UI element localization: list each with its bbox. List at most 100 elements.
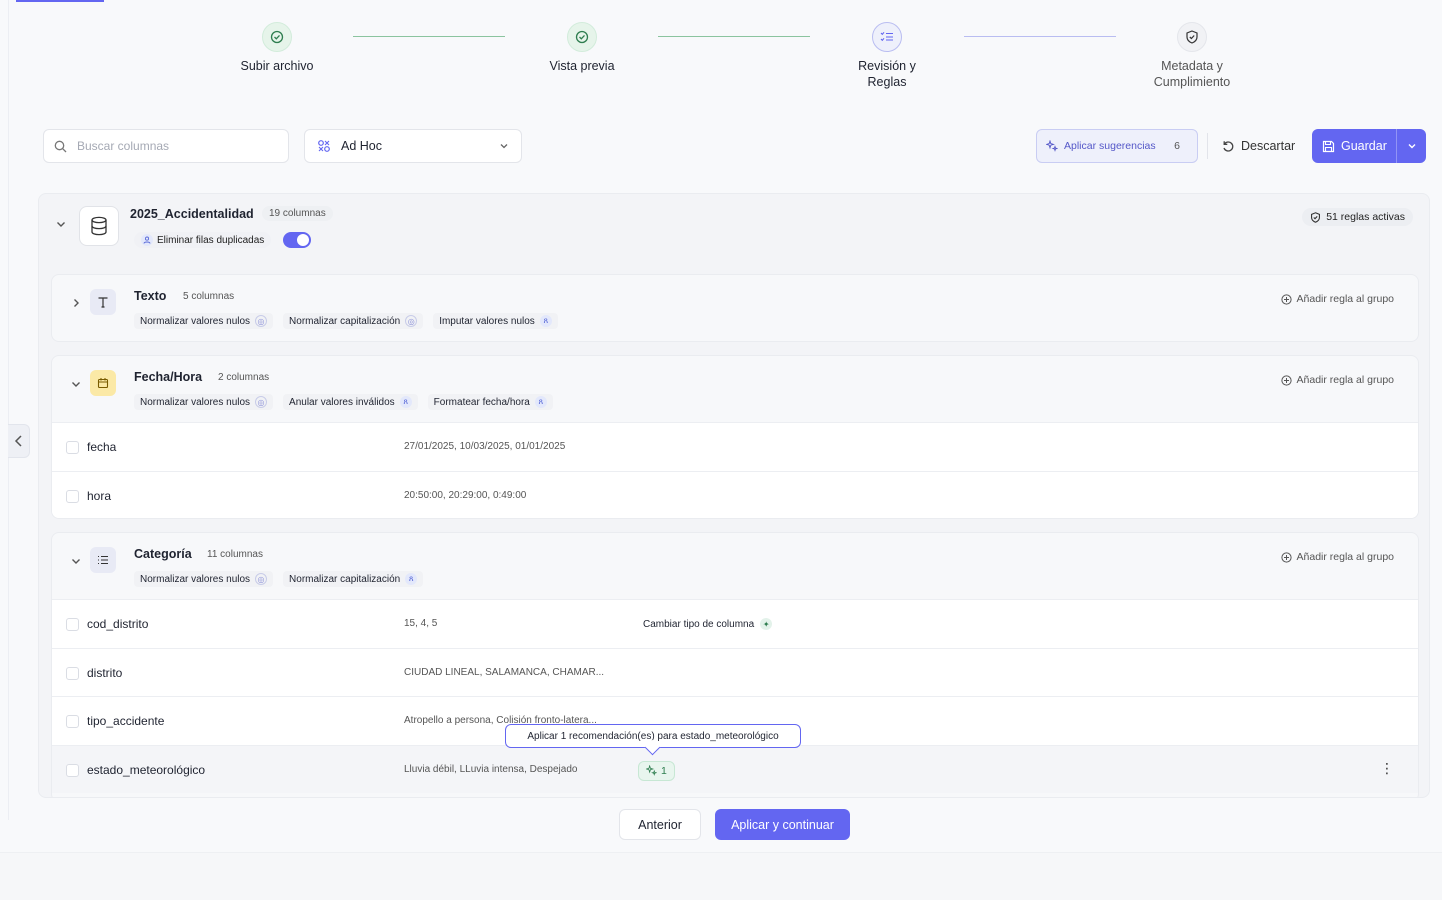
more-vertical-icon[interactable]: ⋮ (1380, 760, 1394, 777)
chevron-right-icon[interactable] (70, 297, 82, 309)
rule-chip[interactable]: Formatear fecha/hora ጸ (427, 394, 553, 410)
group-column-count: 11 columnas (207, 549, 263, 560)
user-icon (141, 234, 153, 246)
group-title: Texto (134, 289, 167, 303)
rule-chip[interactable]: Normalizar capitalización ጸ (283, 571, 424, 587)
rule-chip[interactable]: Normalizar valores nulos ◎ (134, 313, 274, 329)
group-texto: Texto 5 columnas Normalizar valores nulo… (51, 274, 1419, 342)
search-box[interactable] (43, 129, 289, 163)
save-icon (1322, 140, 1335, 152)
chevron-down-icon[interactable] (70, 555, 82, 567)
row-checkbox[interactable] (66, 618, 79, 631)
column-sample: 27/01/2025, 10/03/2025, 01/01/2025 (404, 441, 566, 452)
suggestions-count: 6 (1174, 140, 1180, 152)
settings-icon: ◎ (255, 315, 268, 327)
discard-button[interactable]: Descartar (1214, 129, 1303, 163)
shield-check-icon (1311, 211, 1321, 223)
database-icon (79, 206, 119, 246)
calendar-icon (90, 370, 116, 396)
mode-select-value: Ad Hoc (341, 139, 382, 153)
chevron-down-icon[interactable] (70, 378, 82, 390)
previous-button[interactable]: Anterior (619, 809, 701, 840)
save-button[interactable]: Guardar (1312, 129, 1396, 163)
column-sample: 20:50:00, 20:29:00, 0:49:00 (404, 489, 527, 501)
plus-circle-icon (1280, 293, 1292, 305)
column-row[interactable]: fecha 27/01/2025, 10/03/2025, 01/01/2025 (52, 422, 1418, 471)
add-rule-to-group-button[interactable]: Añadir regla al grupo (1280, 374, 1394, 386)
chevron-down-icon (1408, 144, 1415, 149)
group-title: Categoría (134, 547, 192, 561)
row-checkbox[interactable] (66, 489, 79, 503)
save-label: Guardar (1341, 139, 1387, 153)
step-preview[interactable]: Vista previa (522, 22, 642, 74)
sparkles-icon (1046, 140, 1058, 152)
column-rule-chip[interactable]: Cambiar tipo de columna ✦ (643, 618, 773, 630)
step-label: Metadata y Cumplimiento (1153, 59, 1231, 89)
column-sample: 15, 4, 5 (404, 618, 438, 629)
rule-chip[interactable]: Anular valores inválidos ጸ (283, 394, 418, 410)
apply-suggestions-button[interactable]: Aplicar sugerencias 6 (1036, 129, 1198, 163)
step-connector (353, 36, 505, 37)
chevron-down-icon (500, 144, 508, 149)
column-row[interactable]: estado_meteorológico Lluvia débil, LLuvi… (52, 744, 1418, 793)
row-checkbox[interactable] (66, 666, 79, 680)
step-review[interactable]: Revisión y Reglas (827, 22, 947, 90)
discard-label: Descartar (1241, 139, 1296, 153)
group-categoria: Categoría 11 columnas Normalizar valores… (51, 532, 1419, 797)
group-column-count: 5 columnas (183, 291, 235, 302)
column-name: estado_meteorológico (87, 762, 206, 777)
step-label: Revisión y Reglas (858, 59, 916, 89)
add-rule-to-group-button[interactable]: Añadir regla al grupo (1280, 293, 1394, 305)
add-rule-to-group-button[interactable]: Añadir regla al grupo (1280, 551, 1394, 563)
list-check-icon (872, 22, 902, 52)
save-options-button[interactable] (1396, 129, 1426, 163)
mode-select[interactable]: Ad Hoc (304, 129, 522, 163)
column-sample: Lluvia débil, LLuvia intensa, Despejado (404, 763, 578, 775)
footer-area (0, 852, 1442, 900)
step-metadata[interactable]: Metadata y Cumplimiento (1132, 22, 1252, 90)
rule-chip[interactable]: Normalizar capitalización ◎ (283, 313, 424, 329)
column-row[interactable]: distrito CIUDAD LINEAL, SALAMANCA, CHAMA… (52, 647, 1418, 696)
chevron-down-icon[interactable] (55, 218, 67, 230)
step-connector (964, 36, 1116, 37)
group-title: Fecha/Hora (134, 370, 203, 384)
step-connector (658, 36, 810, 37)
rule-chip[interactable]: Normalizar valores nulos ◎ (134, 571, 274, 587)
check-circle-icon (262, 22, 292, 52)
save-button-group: Guardar (1312, 129, 1426, 163)
row-checkbox[interactable] (66, 715, 79, 728)
column-name: tipo_accidente (87, 714, 165, 728)
dedupe-toggle[interactable] (283, 232, 312, 248)
step-upload[interactable]: Subir archivo (217, 22, 337, 74)
rule-chip[interactable]: Normalizar valores nulos ◎ (134, 394, 274, 410)
dataset-card: 2025_Accidentalidad 19 columnas Eliminar… (38, 193, 1430, 798)
sidebar-border (8, 0, 9, 820)
check-circle-icon (567, 22, 597, 52)
sparkles-icon (646, 765, 657, 776)
sidebar-toggle-button[interactable] (8, 424, 30, 458)
user-icon: ጸ (399, 396, 412, 408)
user-icon: ጸ (539, 315, 552, 327)
chevron-left-icon (14, 435, 22, 447)
recommendation-badge[interactable]: 1 (638, 760, 675, 781)
shield-check-icon (1177, 22, 1207, 52)
plus-circle-icon (1280, 551, 1292, 563)
column-sample: CIUDAD LINEAL, SALAMANCA, CHAMAR... (404, 666, 605, 678)
apply-and-continue-button[interactable]: Aplicar y continuar (715, 809, 850, 840)
dataset-column-count: 19 columnas (262, 206, 333, 221)
user-icon: ጸ (405, 573, 418, 585)
dataset-name: 2025_Accidentalidad (130, 207, 254, 221)
rule-chip[interactable]: Imputar valores nulos ጸ (433, 313, 558, 329)
dedupe-label: Eliminar filas duplicadas (157, 234, 265, 246)
plus-circle-icon (1280, 374, 1292, 386)
row-checkbox[interactable] (66, 763, 79, 777)
search-input[interactable] (77, 139, 267, 153)
row-checkbox[interactable] (66, 441, 79, 454)
dedupe-label-chip: Eliminar filas duplicadas (134, 232, 272, 248)
column-name: fecha (87, 440, 117, 454)
sparkles-icon: ✦ (760, 618, 773, 630)
column-row[interactable]: hora 20:50:00, 20:29:00, 0:49:00 (52, 470, 1418, 518)
column-row[interactable]: cod_distrito 15, 4, 5 Cambiar tipo de co… (52, 599, 1418, 648)
step-label: Subir archivo (240, 59, 314, 73)
dataset-header: 2025_Accidentalidad 19 columnas Eliminar… (39, 194, 1429, 272)
